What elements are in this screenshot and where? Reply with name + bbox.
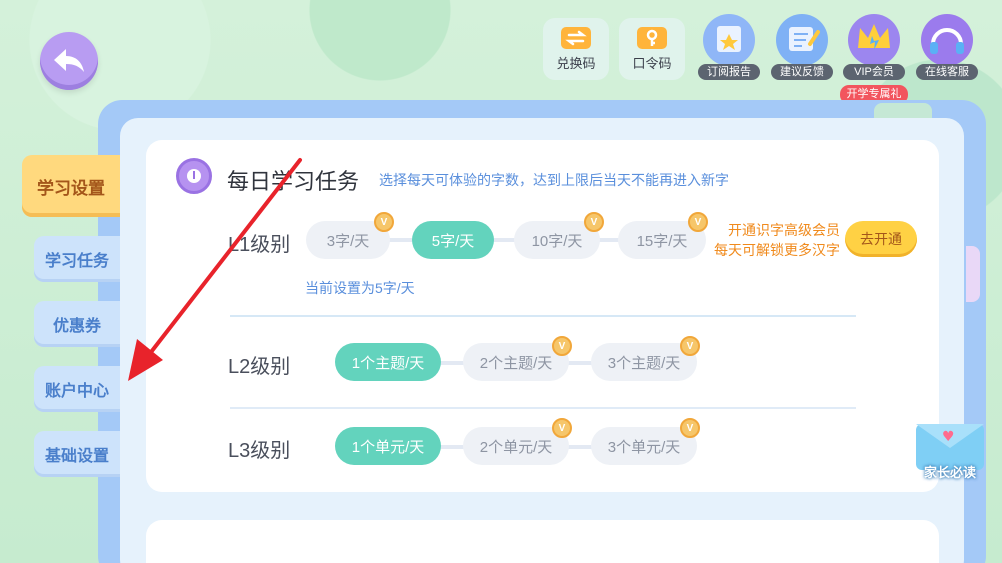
back-button[interactable]	[40, 32, 98, 90]
divider	[230, 315, 856, 317]
option-l2-1[interactable]: 1个主题/天	[335, 343, 441, 381]
report-icon	[703, 14, 755, 66]
online-service-label: 在线客服	[916, 64, 978, 80]
vip-badge-icon: V	[374, 212, 394, 232]
password-code-button[interactable]: 口令码	[619, 18, 685, 80]
vip-badge-icon: V	[680, 336, 700, 356]
redeem-code-button[interactable]: 兑换码	[543, 18, 609, 80]
sidebar-item-label: 基础设置	[44, 448, 109, 465]
redeem-code-label: 兑换码	[556, 55, 596, 71]
parent-read-button[interactable]: ♥ 家长必读	[916, 422, 984, 482]
option-label: 1个主题/天	[351, 354, 425, 372]
sidebar-item-basic-settings[interactable]: 基础设置	[34, 431, 120, 477]
sidebar-item-label: 学习任务	[44, 253, 109, 270]
option-label: 3个主题/天	[607, 354, 681, 372]
upsell-line-1: 开通识字高级会员	[728, 222, 840, 238]
option-label: 15字/天	[636, 232, 688, 250]
next-card	[146, 520, 939, 563]
password-code-label: 口令码	[632, 55, 672, 71]
sidebar-item-label: 学习设置	[37, 178, 105, 198]
option-l1-5[interactable]: 5字/天	[412, 221, 494, 259]
sidebar-item-label: 优惠券	[52, 318, 101, 335]
sidebar-item-account-center[interactable]: 账户中心	[34, 366, 120, 412]
current-setting-text: 当前设置为5字/天	[305, 280, 415, 296]
vip-badge-icon: V	[584, 212, 604, 232]
section-title: 每日学习任务	[227, 169, 360, 194]
sidebar-item-study-tasks[interactable]: 学习任务	[34, 236, 120, 282]
upsell-line-2: 每天可解锁更多汉字	[714, 242, 840, 258]
vip-label: VIP会员	[843, 64, 905, 80]
vip-badge-icon: V	[680, 418, 700, 438]
feedback-label: 建议反馈	[771, 64, 833, 80]
option-label: 5字/天	[431, 232, 475, 250]
subscribe-report-label: 订阅报告	[698, 64, 760, 80]
exchange-icon	[561, 26, 591, 49]
alarm-clock-icon	[176, 158, 212, 194]
option-label: 1个单元/天	[351, 438, 425, 456]
vip-button[interactable]: VIP会员	[843, 14, 905, 80]
crown-icon	[848, 14, 900, 66]
online-service-button[interactable]: 在线客服	[916, 14, 978, 80]
option-label: 3个单元/天	[607, 438, 681, 456]
level-label-l3: L3级别	[228, 440, 291, 462]
vip-badge-icon: V	[552, 336, 572, 356]
level-label-l2: L2级别	[228, 356, 291, 378]
feedback-icon	[776, 14, 828, 66]
activate-button[interactable]: 去开通	[845, 221, 917, 257]
back-arrow-icon	[54, 49, 84, 72]
sidebar-item-coupons[interactable]: 优惠券	[34, 301, 120, 347]
parent-read-label: 家长必读	[923, 465, 976, 480]
vip-badge-icon: V	[552, 418, 572, 438]
panel-side-decoration	[966, 246, 980, 302]
key-icon	[637, 26, 667, 49]
divider	[230, 407, 856, 409]
option-l3-1[interactable]: 1个单元/天	[335, 427, 441, 465]
subscribe-report-button[interactable]: 订阅报告	[698, 14, 760, 80]
sidebar-item-label: 账户中心	[44, 383, 109, 400]
option-label: 2个主题/天	[479, 354, 553, 372]
option-label: 10字/天	[531, 232, 583, 250]
option-label: 3字/天	[326, 232, 370, 250]
option-label: 2个单元/天	[479, 438, 553, 456]
heart-icon: ♥	[942, 429, 955, 445]
headset-icon	[921, 14, 973, 66]
feedback-button[interactable]: 建议反馈	[771, 14, 833, 80]
level-label-l1: L1级别	[228, 234, 291, 256]
upsell-text: 开通识字高级会员 每天可解锁更多汉字	[698, 220, 840, 260]
sidebar-item-study-settings[interactable]: 学习设置	[22, 155, 120, 217]
section-description: 选择每天可体验的字数，达到上限后当天不能再进入新字	[379, 172, 729, 188]
